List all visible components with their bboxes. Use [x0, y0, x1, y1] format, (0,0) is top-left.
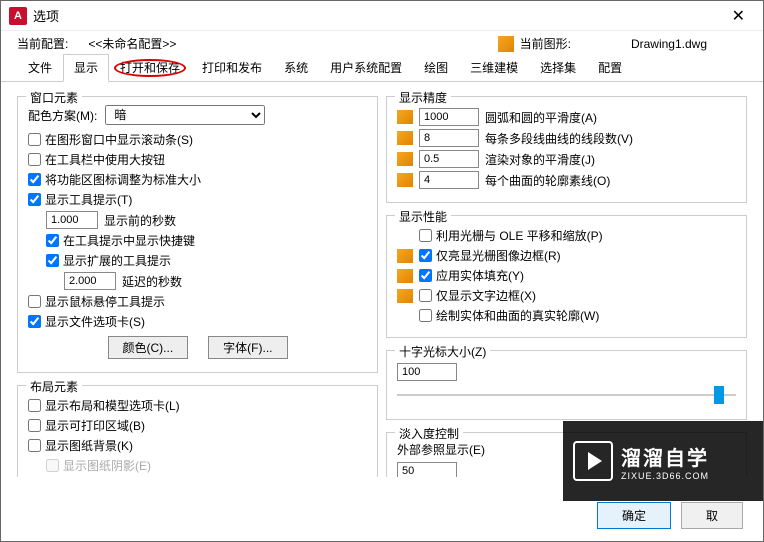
chk-paper-bg[interactable]: 显示图纸背景(K): [28, 437, 133, 454]
drawing-icon: [397, 173, 413, 187]
chk-ribbon-std[interactable]: 将功能区图标调整为标准大小: [28, 171, 201, 188]
colors-button[interactable]: 颜色(C)...: [108, 336, 189, 359]
tab-7[interactable]: 三维建模: [459, 54, 529, 81]
close-icon[interactable]: ✕: [722, 2, 755, 30]
crosshair-size-input[interactable]: [397, 363, 457, 381]
crosshair-title: 十字光标大小(Z): [395, 343, 490, 360]
xref-fade-input[interactable]: [397, 462, 457, 477]
drawing-icon: [397, 269, 413, 283]
scheme-label: 配色方案(M):: [28, 107, 97, 124]
fade-title: 淡入度控制: [395, 425, 463, 442]
tab-6[interactable]: 绘图: [413, 54, 459, 81]
performance-title: 显示性能: [395, 208, 451, 225]
drawing-icon: [397, 289, 413, 303]
chk-file-tabs[interactable]: 显示文件选项卡(S): [28, 313, 145, 330]
chk-paper-shadow[interactable]: 显示图纸阴影(E): [46, 457, 151, 474]
drawing-icon: [397, 152, 413, 166]
watermark: 溜溜自学 ZIXUE.3D66.COM: [563, 421, 763, 501]
polyline-seg-input[interactable]: [419, 129, 479, 147]
tab-1[interactable]: 显示: [63, 54, 109, 82]
scheme-select[interactable]: 暗: [105, 105, 265, 125]
chk-big-buttons[interactable]: 在工具栏中使用大按钮: [28, 151, 165, 168]
tab-3[interactable]: 打印和发布: [191, 54, 273, 81]
chk-raster-frame[interactable]: 仅亮显光栅图像边框(R): [419, 247, 561, 264]
chk-text-frame[interactable]: 仅显示文字边框(X): [419, 287, 536, 304]
tab-2[interactable]: 打开和保存: [109, 54, 191, 81]
chk-solid-fill[interactable]: 应用实体填充(Y): [419, 267, 524, 284]
crosshair-slider[interactable]: [714, 386, 724, 404]
tab-4[interactable]: 系统: [273, 54, 319, 81]
tab-5[interactable]: 用户系统配置: [319, 54, 413, 81]
drawing-icon: [498, 36, 514, 52]
drawing-icon: [397, 110, 413, 124]
tooltip-seconds-label: 显示前的秒数: [104, 212, 176, 229]
resolution-title: 显示精度: [395, 89, 451, 106]
tab-8[interactable]: 选择集: [529, 54, 587, 81]
chk-layout-tabs[interactable]: 显示布局和模型选项卡(L): [28, 397, 180, 414]
app-icon: A: [9, 7, 27, 25]
chk-scrollbar[interactable]: 在图形窗口中显示滚动条(S): [28, 131, 193, 148]
chk-silhouette[interactable]: 绘制实体和曲面的真实轮廓(W): [419, 307, 599, 324]
ok-button[interactable]: 确定: [597, 502, 671, 529]
render-smooth-input[interactable]: [419, 150, 479, 168]
chk-ext-tooltip[interactable]: 显示扩展的工具提示: [46, 252, 171, 269]
window-title: 选项: [33, 6, 722, 25]
arc-smooth-input[interactable]: [419, 108, 479, 126]
contour-lines-input[interactable]: [419, 171, 479, 189]
chk-print-area[interactable]: 显示可打印区域(B): [28, 417, 145, 434]
tab-9[interactable]: 配置: [587, 54, 633, 81]
window-elements-title: 窗口元素: [26, 89, 82, 106]
drawing-icon: [397, 131, 413, 145]
chk-hover-tooltip[interactable]: 显示鼠标悬停工具提示: [28, 293, 165, 310]
chk-tooltips[interactable]: 显示工具提示(T): [28, 191, 132, 208]
chk-shortcut[interactable]: 在工具提示中显示快捷键: [46, 232, 195, 249]
delay-seconds-input[interactable]: [64, 272, 116, 290]
tooltip-seconds-input[interactable]: [46, 211, 98, 229]
cancel-button[interactable]: 取: [681, 502, 743, 529]
play-icon: [573, 441, 613, 481]
chk-pan-zoom[interactable]: 利用光栅与 OLE 平移和缩放(P): [419, 227, 603, 244]
current-profile-value: <<未命名配置>>: [88, 35, 176, 52]
fonts-button[interactable]: 字体(F)...: [208, 336, 287, 359]
layout-elements-title: 布局元素: [26, 378, 82, 395]
current-profile-label: 当前配置:: [17, 35, 68, 52]
current-drawing-label: 当前图形:: [520, 35, 571, 52]
delay-seconds-label: 延迟的秒数: [122, 273, 182, 290]
current-drawing-value: Drawing1.dwg: [631, 37, 707, 51]
drawing-icon: [397, 249, 413, 263]
tab-0[interactable]: 文件: [17, 54, 63, 81]
